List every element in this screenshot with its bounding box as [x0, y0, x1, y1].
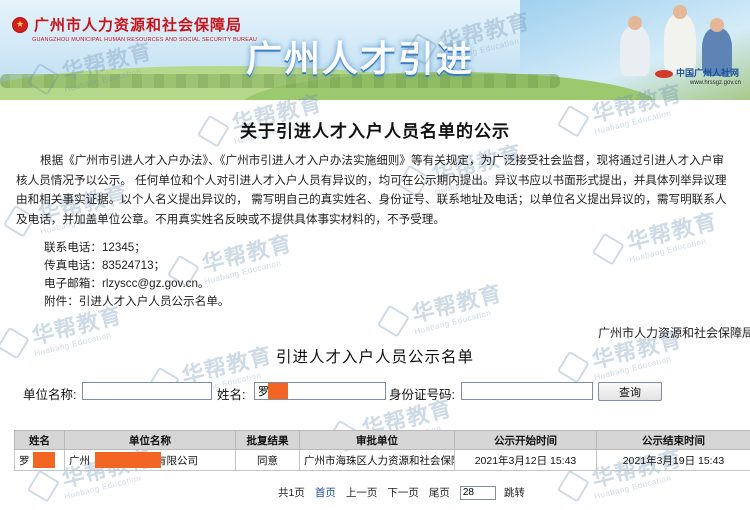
org-name-en: GUANGZHOU MUNICIPAL HUMAN RESOURCES AND …	[32, 37, 257, 43]
attachment-note: 附件：引进人才入户人员公示名单。	[44, 293, 230, 311]
next-page-link[interactable]: 下一页	[387, 485, 419, 500]
redaction-mark	[268, 383, 288, 399]
org-logo[interactable]: ★ 广州市人力资源和社会保障局	[12, 14, 242, 35]
site-name: 中国广州人社网	[676, 68, 739, 78]
page-total: 共1页	[278, 485, 305, 500]
notice-title: 关于引进人才入户人员名单的公示	[0, 117, 750, 142]
header-banner: ★ 广州市人力资源和社会保障局 GUANGZHOU MUNICIPAL HUMA…	[0, 0, 750, 100]
column-header-start-time: 公示开始时间	[455, 431, 597, 450]
query-button[interactable]: 查询	[598, 382, 662, 401]
column-header-unit: 单位名称	[65, 431, 236, 450]
search-form: 单位名称: 姓名: 身份证号码: 查询	[0, 382, 750, 402]
national-emblem-icon: ★	[12, 17, 28, 33]
cell-start-time: 2021年3月12日 15:43	[455, 450, 597, 471]
table-header-row: 姓名 单位名称 批复结果 审批单位 公示开始时间 公示结束时间	[15, 431, 750, 450]
column-header-result: 批复结果	[236, 431, 300, 450]
id-number-label: 身份证号码:	[389, 384, 455, 403]
redaction-mark	[33, 452, 55, 468]
watermark-logo-icon	[557, 470, 590, 503]
watermark-logo-icon	[592, 233, 625, 266]
column-header-approver: 审批单位	[300, 431, 455, 450]
cell-result: 同意	[236, 450, 300, 471]
cell-unit: 广州有限公司	[65, 450, 236, 471]
list-title: 引进人才入户人员公示名单	[0, 345, 750, 367]
column-header-name: 姓名	[15, 431, 65, 450]
name-label: 姓名:	[217, 384, 245, 403]
issuer-signature: 广州市人力资源和社会保障局	[598, 324, 750, 341]
contact-fax: 传真电话：83524713；	[44, 257, 165, 275]
page-jump-button[interactable]: 跳转	[504, 485, 525, 500]
contact-phone: 联系电话：12345；	[44, 239, 146, 257]
watermark-logo-icon	[27, 470, 60, 503]
site-logo[interactable]: 中国广州人社网	[655, 66, 739, 79]
banner-title: 广州人才引进	[246, 30, 474, 82]
org-name-cn: 广州市人力资源和社会保障局	[34, 14, 242, 35]
notice-paragraph-line: 根据《广州市引进人才入户办法》、《广州市引进人才入户办法实施细则》等有关规定，为…	[16, 151, 750, 170]
id-number-input[interactable]	[461, 382, 593, 400]
cell-name: 罗	[15, 450, 65, 471]
unit-name-input[interactable]	[82, 382, 212, 400]
redaction-mark	[95, 452, 161, 468]
pagination: 共1页 首页 上一页 下一页 尾页 跳转	[278, 485, 535, 500]
results-table: 姓名 单位名称 批复结果 审批单位 公示开始时间 公示结束时间 罗 广州有限公司…	[14, 430, 750, 471]
contact-email: 电子邮箱：rlzyscc@gz.gov.cn。	[44, 275, 210, 293]
watermark-logo-icon	[377, 305, 410, 338]
site-url: www.hrssgz.gov.cn	[690, 80, 741, 86]
notice-paragraph-line: 核人员情况予以公示。 任何单位和个人对引进人才入户人员有异议的，均可在公示期内提…	[16, 171, 750, 190]
prev-page-link[interactable]: 上一页	[346, 485, 378, 500]
unit-name-label: 单位名称:	[23, 384, 76, 403]
last-page-link[interactable]: 尾页	[429, 485, 450, 500]
table-row: 罗 广州有限公司 同意 广州市海珠区人力资源和社会保障局 2021年3月12日 …	[15, 450, 750, 471]
cell-approver: 广州市海珠区人力资源和社会保障局	[300, 450, 455, 471]
cell-end-time: 2021年3月19日 15:43	[597, 450, 750, 471]
notice-paragraph-line: 由和相关事实证据。以个人名义提出异议的， 需写明自己的真实姓名、身份证号、联系地…	[16, 190, 750, 209]
notice-paragraph-line: 及电话，并加盖单位公章。不用真实姓名反映或不提供具体事实材料的，不予受理。	[16, 210, 750, 229]
watermark: 华帮教育Huabang Education	[377, 276, 507, 344]
page-jump-input[interactable]	[460, 486, 496, 500]
column-header-end-time: 公示结束时间	[597, 431, 750, 450]
site-logo-icon	[655, 70, 673, 78]
first-page-link[interactable]: 首页	[315, 485, 336, 500]
